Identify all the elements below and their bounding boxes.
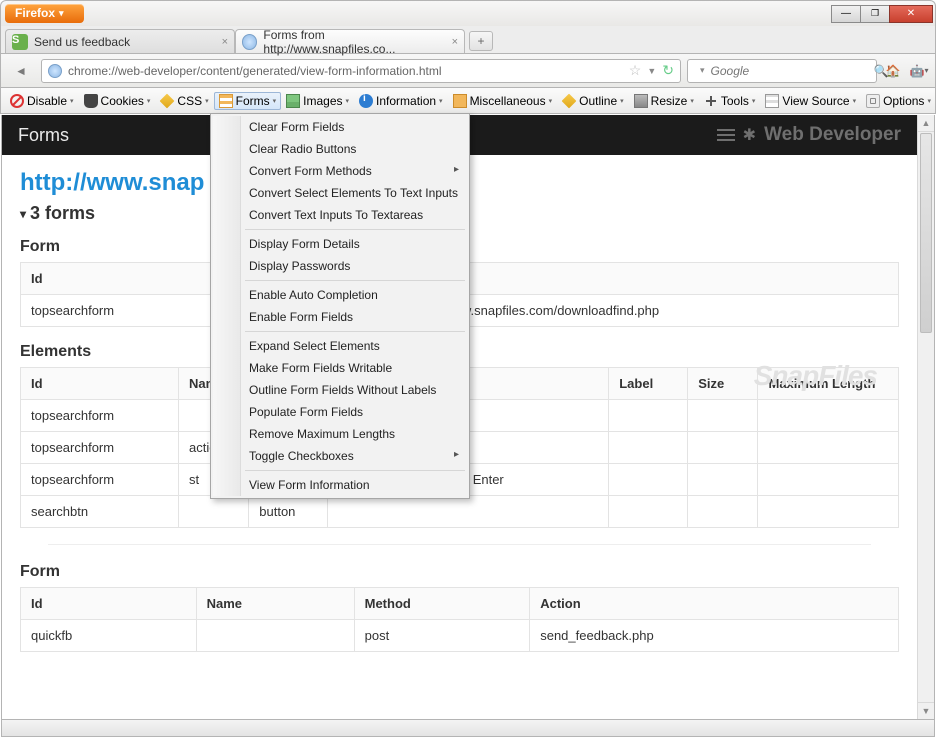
form2-table: Id Name Method Action quickfb post send_… (20, 587, 899, 652)
toolbar-outline[interactable]: Outline▾ (557, 92, 629, 110)
resize-icon (634, 94, 648, 108)
menu-convert-text-to-textarea[interactable]: Convert Text Inputs To Textareas (213, 204, 467, 226)
webdev-toolbar: Disable▾ Cookies▾ CSS▾ Forms▾ Images▾ In… (0, 88, 936, 114)
window-close-button[interactable] (889, 5, 933, 23)
menu-clear-radio-buttons[interactable]: Clear Radio Buttons (213, 138, 467, 160)
menu-enable-auto-completion[interactable]: Enable Auto Completion (213, 284, 467, 306)
info-icon (359, 94, 373, 108)
toolbar-information[interactable]: Information▾ (354, 92, 448, 110)
menu-view-form-info[interactable]: View Form Information (213, 474, 467, 496)
tab-strip: S Send us feedback × Forms from http://w… (0, 26, 936, 54)
search-bar[interactable]: ▾ 🔍 (687, 59, 877, 83)
home-button[interactable]: 🏠 (883, 61, 903, 81)
col-label: Label (609, 368, 688, 400)
favicon-globe-icon (242, 34, 257, 50)
tab-forms[interactable]: Forms from http://www.snapfiles.co... × (235, 29, 465, 53)
toolbar-cookies[interactable]: Cookies▾ (79, 92, 156, 110)
toolbar-view-source[interactable]: View Source▾ (760, 92, 861, 110)
table-row: searchbtnbutton (21, 496, 899, 528)
url-bar[interactable]: chrome://web-developer/content/generated… (41, 59, 681, 83)
menu-toggle-checkboxes[interactable]: Toggle Checkboxes (213, 445, 467, 467)
tab-close-icon[interactable]: × (452, 36, 458, 48)
search-engine-dropdown-icon[interactable]: ▾ (700, 65, 705, 76)
window-titlebar: Firefox (0, 0, 936, 26)
col-maxlen: Maximum Length (758, 368, 899, 400)
bookmark-star-icon[interactable]: ☆ (629, 62, 642, 79)
css-icon (160, 93, 175, 108)
options-icon (866, 94, 880, 108)
url-history-dropdown-icon[interactable]: ▼ (647, 66, 656, 76)
tab-feedback[interactable]: S Send us feedback × (5, 29, 235, 53)
firefox-menu-button[interactable]: Firefox (5, 4, 84, 23)
toolbar-miscellaneous[interactable]: Miscellaneous▾ (448, 92, 558, 110)
window-maximize-button[interactable] (860, 5, 890, 23)
tab-label: Forms from http://www.snapfiles.co... (263, 28, 451, 56)
toolbar-resize[interactable]: Resize▾ (629, 92, 699, 110)
toolbar-css[interactable]: CSS▾ (155, 92, 213, 110)
menu-enable-form-fields[interactable]: Enable Form Fields (213, 306, 467, 328)
vertical-scrollbar[interactable]: ▲ ▼ (917, 115, 934, 719)
tools-icon (704, 94, 718, 108)
menu-separator (245, 331, 465, 332)
toolbar-tools[interactable]: Tools▾ (699, 92, 761, 110)
menu-separator (245, 229, 465, 230)
col-method: Method (354, 588, 530, 620)
misc-icon (453, 94, 467, 108)
url-text: chrome://web-developer/content/generated… (68, 64, 623, 78)
table-row: quickfb post send_feedback.php (21, 620, 899, 652)
status-bar (1, 720, 935, 737)
window-minimize-button[interactable] (831, 5, 861, 23)
form-section-heading-2: Form (20, 563, 899, 581)
menu-display-form-details[interactable]: Display Form Details (213, 233, 467, 255)
menu-expand-select[interactable]: Expand Select Elements (213, 335, 467, 357)
back-button[interactable]: ◄ (7, 58, 35, 84)
menu-separator (245, 280, 465, 281)
scroll-up-button[interactable]: ▲ (918, 115, 934, 132)
col-action: Action (530, 588, 899, 620)
search-input[interactable] (711, 64, 868, 78)
menu-populate[interactable]: Populate Form Fields (213, 401, 467, 423)
site-identity-icon (48, 64, 62, 78)
col-name: Name (196, 588, 354, 620)
toolbar-forms[interactable]: Forms▾ (214, 92, 282, 110)
reload-button[interactable]: ↻ (662, 62, 674, 79)
cookies-icon (84, 94, 98, 108)
menu-convert-form-methods[interactable]: Convert Form Methods (213, 160, 467, 182)
new-tab-button[interactable] (469, 31, 493, 51)
gear-icon[interactable]: ✱ (743, 125, 756, 145)
toolbar-options[interactable]: Options▾ (861, 92, 936, 110)
menu-clear-form-fields[interactable]: Clear Form Fields (213, 116, 467, 138)
hamburger-icon[interactable] (717, 126, 735, 144)
forms-dropdown-menu: Clear Form Fields Clear Radio Buttons Co… (210, 113, 470, 499)
scroll-down-button[interactable]: ▼ (918, 702, 934, 719)
outline-icon (562, 93, 577, 108)
navigation-bar: ◄ chrome://web-developer/content/generat… (0, 54, 936, 88)
page-title: Forms (18, 125, 69, 146)
menu-make-writable[interactable]: Make Form Fields Writable (213, 357, 467, 379)
addon-button[interactable]: 🤖▾ (909, 61, 929, 81)
tab-close-icon[interactable]: × (222, 36, 228, 48)
menu-convert-select-to-text[interactable]: Convert Select Elements To Text Inputs (213, 182, 467, 204)
col-id: Id (21, 368, 179, 400)
scroll-thumb[interactable] (920, 133, 932, 333)
toolbar-images[interactable]: Images▾ (281, 92, 354, 110)
favicon-snapfiles-icon: S (12, 34, 28, 50)
view-source-icon (765, 94, 779, 108)
menu-separator (245, 470, 465, 471)
col-size: Size (688, 368, 758, 400)
toolbar-disable[interactable]: Disable▾ (5, 92, 79, 110)
menu-outline-no-labels[interactable]: Outline Form Fields Without Labels (213, 379, 467, 401)
menu-display-passwords[interactable]: Display Passwords (213, 255, 467, 277)
menu-remove-maxlen[interactable]: Remove Maximum Lengths (213, 423, 467, 445)
images-icon (286, 94, 300, 108)
tab-label: Send us feedback (34, 35, 130, 49)
forms-icon (219, 94, 233, 108)
disable-icon (10, 94, 24, 108)
brand-label: Web Developer (764, 124, 901, 146)
col-id: Id (21, 588, 197, 620)
